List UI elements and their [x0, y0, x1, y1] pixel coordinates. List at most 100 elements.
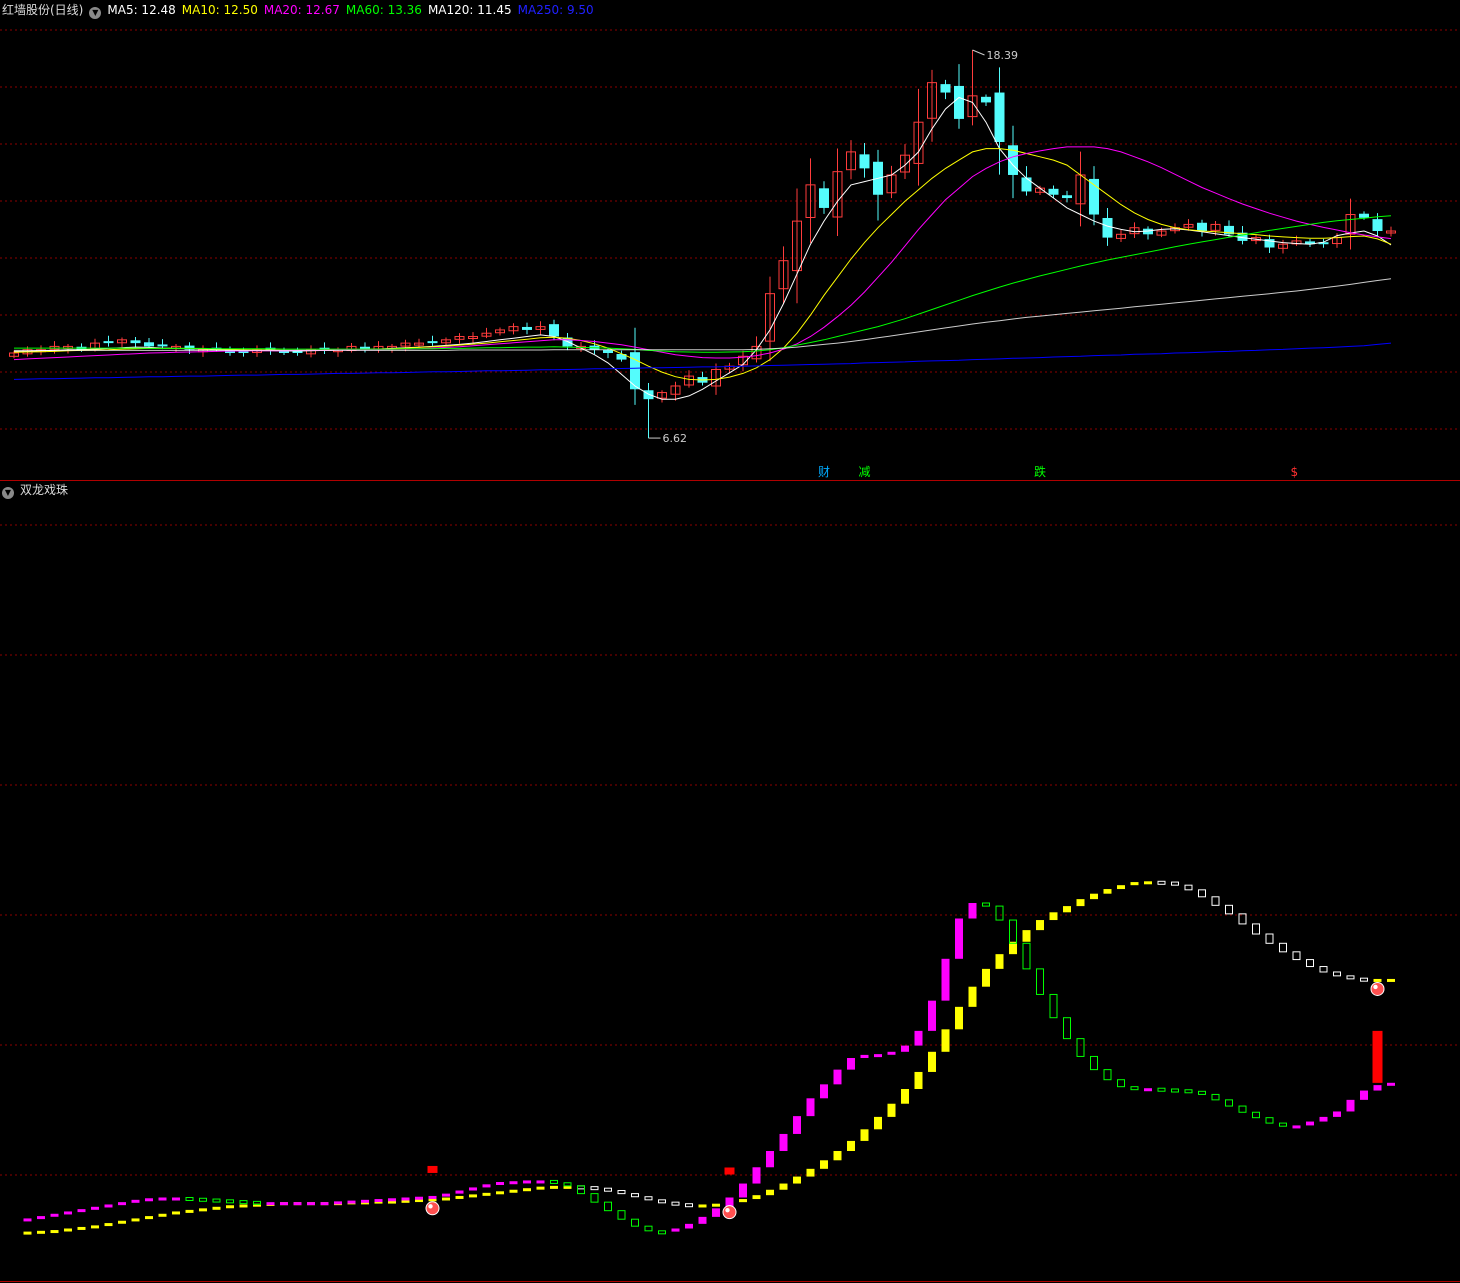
ma5-line — [14, 96, 1392, 400]
main-line-bar — [280, 1202, 288, 1206]
signal-line-bar — [739, 1199, 747, 1203]
candle-body — [819, 188, 829, 208]
signal-line-bar — [172, 1211, 180, 1215]
main-line-bar — [590, 1193, 599, 1203]
main-line-bar — [658, 1230, 666, 1235]
signal-line-bar — [887, 1103, 896, 1117]
main-line-bar — [928, 1000, 936, 1031]
ma120-label: MA120: 11.45 — [427, 3, 512, 17]
main-line-bar — [212, 1198, 221, 1203]
signal-line-bar — [131, 1218, 140, 1222]
main-line-bar — [1225, 1099, 1233, 1107]
main-line-bar — [887, 1051, 896, 1055]
main-line-bar — [941, 958, 950, 1001]
signal-line-bar — [1171, 881, 1179, 886]
main-line-bar — [793, 1116, 801, 1134]
main-line-bar — [428, 1195, 437, 1199]
main-line-bar — [1252, 1111, 1260, 1119]
candle-body — [549, 324, 559, 337]
main-line-bar — [1090, 1055, 1098, 1071]
main-line-bar — [550, 1179, 558, 1184]
indicator-title[interactable]: 双龙戏珠 — [20, 483, 68, 497]
main-line-bar — [820, 1084, 828, 1099]
signal-line-bar — [104, 1223, 113, 1227]
main-line-bar — [914, 1030, 923, 1046]
main-line-bar — [766, 1151, 774, 1168]
main-line-bar — [806, 1098, 815, 1117]
signal-line-bar — [1063, 906, 1071, 913]
signal-marker: 减 — [858, 465, 871, 479]
pearl-highlight — [725, 1207, 730, 1213]
main-line-bar — [523, 1180, 531, 1184]
signal-line-bar — [509, 1189, 518, 1193]
main-line-bar — [23, 1218, 32, 1222]
high-pointer — [972, 49, 985, 56]
main-line-bar — [307, 1202, 315, 1206]
signal-line-bar — [820, 1160, 828, 1169]
main-line-bar — [1157, 1087, 1166, 1092]
collapse-icon[interactable]: ▼ — [2, 487, 14, 499]
signal-line-bar — [968, 986, 977, 1007]
signal-line-bar — [617, 1190, 626, 1195]
signal-line-bar — [226, 1205, 234, 1209]
main-line-bar — [995, 905, 1004, 921]
main-line-bar — [185, 1197, 194, 1201]
signal-line-bar — [1225, 904, 1233, 915]
ma20-line — [13, 146, 1392, 361]
main-line-bar — [50, 1213, 59, 1217]
main-line-bar — [334, 1201, 342, 1205]
signal-line-bar — [91, 1225, 99, 1229]
red-signal-mark — [724, 1167, 735, 1175]
main-line-bar — [172, 1197, 180, 1201]
stock-chart[interactable]: 18.39 6.62 — [0, 0, 1460, 1283]
main-line-bar — [1184, 1089, 1193, 1094]
main-line-bar — [1238, 1105, 1247, 1113]
signal-line-bar — [550, 1185, 558, 1189]
signal-line-bar — [1360, 977, 1368, 982]
candle-body — [144, 342, 154, 347]
main-line-bar — [1319, 1116, 1328, 1122]
signal-line-bar — [1373, 978, 1382, 982]
signal-line-bar — [928, 1051, 936, 1072]
pearl-highlight — [1373, 984, 1378, 990]
main-line-bar — [1306, 1121, 1314, 1126]
stock-title[interactable]: 红墙股份(日线) — [2, 3, 83, 17]
signal-line-bar — [1157, 880, 1166, 885]
signal-line-bar — [995, 954, 1004, 969]
candle-body — [994, 92, 1005, 142]
candle-body — [1089, 178, 1099, 215]
collapse-icon[interactable]: ▼ — [89, 7, 102, 19]
signal-line-bar — [631, 1193, 639, 1198]
signal-line-bar — [806, 1168, 815, 1177]
main-line-bar — [779, 1133, 788, 1151]
main-line-bar — [901, 1045, 909, 1052]
main-line-bar — [1360, 1090, 1368, 1100]
signal-line-bar — [1279, 942, 1287, 953]
main-line-bar — [955, 918, 963, 959]
main-line-bar — [577, 1185, 585, 1195]
signal-line-bar — [145, 1216, 153, 1220]
signal-line-bar — [158, 1213, 167, 1217]
main-line-bar — [1076, 1038, 1085, 1057]
main-line-bar — [361, 1199, 369, 1203]
signal-line-bar — [536, 1186, 545, 1190]
signal-line-bar — [482, 1192, 491, 1196]
candle-body — [981, 96, 991, 103]
candle-body — [1021, 177, 1032, 192]
pearl-icon — [425, 1201, 440, 1216]
main-line-bar — [469, 1187, 477, 1191]
signal-marker: $ — [1290, 465, 1299, 479]
main-line-bar — [1103, 1069, 1112, 1081]
main-line-bar — [1292, 1125, 1301, 1129]
signal-line-bar — [1144, 881, 1152, 885]
signal-line-bar — [1387, 978, 1395, 982]
pearl-icon — [722, 1205, 737, 1220]
signal-line-bar — [833, 1151, 842, 1161]
signal-line-bar — [685, 1203, 693, 1208]
signal-line-bar — [644, 1196, 653, 1201]
signal-line-bar — [874, 1116, 882, 1130]
main-line-bar — [1063, 1017, 1071, 1040]
main-line-bar — [685, 1223, 693, 1229]
main-line-bar — [671, 1228, 680, 1232]
signal-line-bar — [496, 1191, 504, 1195]
